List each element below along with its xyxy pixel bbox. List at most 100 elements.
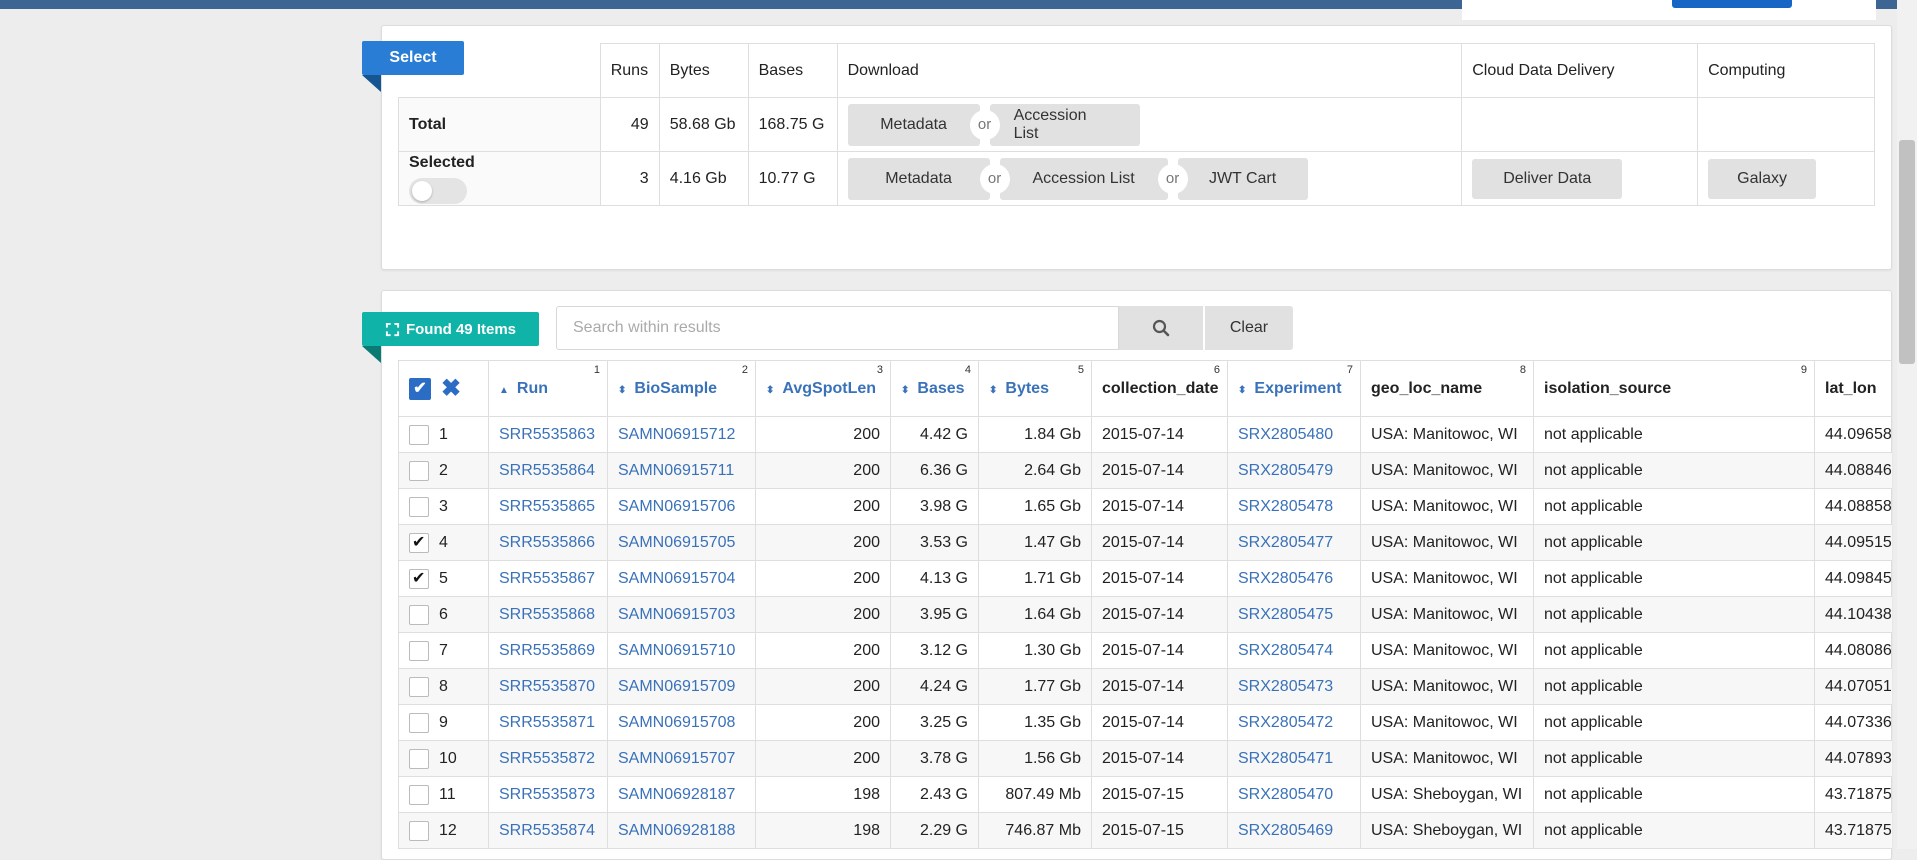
row-checkbox[interactable] bbox=[409, 748, 429, 769]
biosample-link[interactable]: SAMN06915706 bbox=[607, 488, 756, 525]
run-link[interactable]: SRR5535863 bbox=[488, 416, 608, 453]
experiment-link[interactable]: SRX2805476 bbox=[1227, 560, 1361, 597]
cloud-delivery-header: Cloud Data Delivery bbox=[1461, 43, 1699, 98]
experiment-link[interactable]: SRX2805471 bbox=[1227, 740, 1361, 777]
table-row[interactable]: 7 SRR5535869 SAMN06915710 200 3.12 G 1.30 Gb 2… bbox=[398, 632, 1892, 669]
table-row[interactable]: 6 SRR5535868 SAMN06915703 200 3.95 G 1.64 Gb 2… bbox=[398, 596, 1892, 633]
top-action-button[interactable] bbox=[1672, 0, 1792, 8]
row-checkbox[interactable] bbox=[409, 532, 429, 553]
results-table-container: ✔ ✖ ▲ Run 1 ⬍ BioSample 2 ⬍ AvgSpotLen 3 ⬍ Bases… bbox=[398, 360, 1892, 849]
run-link[interactable]: SRR5535864 bbox=[488, 452, 608, 489]
summary-table: Runs Bytes Bases Download Cloud Data Del… bbox=[398, 43, 1875, 206]
column-header-avgspotlen[interactable]: ⬍ AvgSpotLen 3 bbox=[755, 360, 891, 417]
experiment-link[interactable]: SRX2805469 bbox=[1227, 812, 1361, 849]
column-header-bytes[interactable]: ⬍ Bytes 5 bbox=[978, 360, 1092, 417]
table-row[interactable]: 12 SRR5535874 SAMN06928188 198 2.29 G 746.87 … bbox=[398, 812, 1892, 849]
experiment-link[interactable]: SRX2805472 bbox=[1227, 704, 1361, 741]
deselect-all-icon[interactable]: ✖ bbox=[441, 376, 461, 400]
row-checkbox[interactable] bbox=[409, 460, 429, 481]
column-header-collection-date[interactable]: collection_date 6 bbox=[1091, 360, 1228, 417]
table-row[interactable]: 9 SRR5535871 SAMN06915708 200 3.25 G 1.35 Gb 2… bbox=[398, 704, 1892, 741]
biosample-link[interactable]: SAMN06915704 bbox=[607, 560, 756, 597]
geo-loc-cell: USA: Manitowoc, WI bbox=[1360, 704, 1534, 741]
table-row[interactable]: 5 SRR5535867SAMN069157042004.13 G1.71 Gb2… bbox=[398, 560, 1892, 597]
selected-toggle[interactable] bbox=[409, 177, 467, 204]
selected-row: Selected 3 4.16 Gb 10.77 G Metadata or A… bbox=[398, 151, 1875, 206]
table-row[interactable]: 3 SRR5535865 SAMN06915706 200 3.98 G 1.65 Gb 2… bbox=[398, 488, 1892, 525]
geo-loc-cell: USA: Manitowoc, WI bbox=[1360, 596, 1534, 633]
run-link[interactable]: SRR5535871 bbox=[488, 704, 608, 741]
row-checkbox[interactable] bbox=[409, 496, 429, 517]
row-checkbox[interactable] bbox=[409, 424, 429, 445]
column-header-experiment[interactable]: ⬍ Experiment 7 bbox=[1227, 360, 1361, 417]
table-row[interactable]: 1 SRR5535863 SAMN06915712 200 4.42 G 1.84 Gb 2… bbox=[398, 416, 1892, 453]
table-row[interactable]: 8 SRR5535870 SAMN06915709 200 4.24 G 1.77 Gb 2… bbox=[398, 668, 1892, 705]
selected-metadata-button[interactable]: Metadata bbox=[847, 157, 990, 200]
row-number: 2 bbox=[439, 461, 448, 479]
run-link[interactable]: SRR5535870 bbox=[488, 668, 608, 705]
jwt-cart-button[interactable]: JWT Cart bbox=[1177, 157, 1308, 200]
row-checkbox[interactable] bbox=[409, 568, 429, 589]
avgspotlen-cell: 200 bbox=[755, 632, 891, 669]
column-header-bases[interactable]: ⬍ Bases 4 bbox=[890, 360, 979, 417]
experiment-link[interactable]: SRX2805475 bbox=[1227, 596, 1361, 633]
row-checkbox[interactable] bbox=[409, 676, 429, 697]
sort-icon: ⬍ bbox=[766, 384, 775, 396]
biosample-link[interactable]: SAMN06915710 bbox=[607, 632, 756, 669]
experiment-link[interactable]: SRX2805477 bbox=[1227, 524, 1361, 561]
experiment-link[interactable]: SRX2805473 bbox=[1227, 668, 1361, 705]
run-link[interactable]: SRR5535874 bbox=[488, 812, 608, 849]
table-row[interactable]: 10 SRR5535872 SAMN06915707 200 3.78 G 1.56 Gb… bbox=[398, 740, 1892, 777]
bytes-cell: 1.35 Gb bbox=[978, 704, 1092, 741]
column-header-lat-lon[interactable]: lat_lon bbox=[1814, 360, 1892, 417]
biosample-link[interactable]: SAMN06915712 bbox=[607, 416, 756, 453]
experiment-link[interactable]: SRX2805470 bbox=[1227, 776, 1361, 813]
scrollbar-thumb[interactable] bbox=[1899, 140, 1915, 364]
deliver-data-button[interactable]: Deliver Data bbox=[1472, 158, 1623, 199]
experiment-link[interactable]: SRX2805480 bbox=[1227, 416, 1361, 453]
page-scrollbar[interactable] bbox=[1897, 0, 1917, 849]
selected-bases: 10.77 G bbox=[747, 151, 838, 206]
column-header-isolation-source[interactable]: isolation_source 9 bbox=[1533, 360, 1815, 417]
run-link[interactable]: SRR5535872 bbox=[488, 740, 608, 777]
search-button[interactable] bbox=[1119, 306, 1203, 350]
row-checkbox[interactable] bbox=[409, 820, 429, 841]
table-row[interactable]: 4 SRR5535866SAMN069157052003.53 G1.47 Gb2… bbox=[398, 524, 1892, 561]
row-checkbox[interactable] bbox=[409, 640, 429, 661]
biosample-link[interactable]: SAMN06915705 bbox=[607, 524, 756, 561]
run-link[interactable]: SRR5535873 bbox=[488, 776, 608, 813]
run-link[interactable]: SRR5535865 bbox=[488, 488, 608, 525]
column-header-geo-loc-name[interactable]: geo_loc_name 8 bbox=[1360, 360, 1534, 417]
select-all-checkbox[interactable]: ✔ bbox=[409, 377, 431, 400]
row-checkbox[interactable] bbox=[409, 712, 429, 733]
row-select-cell: 11 bbox=[398, 776, 489, 813]
search-icon bbox=[1152, 319, 1170, 337]
clear-button[interactable]: Clear bbox=[1205, 306, 1293, 350]
experiment-link[interactable]: SRX2805474 bbox=[1227, 632, 1361, 669]
biosample-link[interactable]: SAMN06915711 bbox=[607, 452, 756, 489]
table-row[interactable]: 2 SRR5535864 SAMN06915711 200 6.36 G 2.64 Gb 2… bbox=[398, 452, 1892, 489]
row-checkbox[interactable] bbox=[409, 604, 429, 625]
run-link[interactable]: SRR5535868 bbox=[488, 596, 608, 633]
biosample-link[interactable]: SAMN06915708 bbox=[607, 704, 756, 741]
biosample-link[interactable]: SAMN06915709 bbox=[607, 668, 756, 705]
search-input[interactable] bbox=[556, 306, 1119, 350]
run-link[interactable]: SRR5535869 bbox=[488, 632, 608, 669]
biosample-link[interactable]: SAMN06928188 bbox=[607, 812, 756, 849]
run-link[interactable]: SRR5535866 bbox=[488, 524, 608, 561]
avgspotlen-cell: 200 bbox=[755, 560, 891, 597]
experiment-link[interactable]: SRX2805479 bbox=[1227, 452, 1361, 489]
column-header-biosample[interactable]: ⬍ BioSample 2 bbox=[607, 360, 756, 417]
column-header-run[interactable]: ▲ Run 1 bbox=[488, 360, 608, 417]
biosample-link[interactable]: SAMN06928187 bbox=[607, 776, 756, 813]
run-link[interactable]: SRR5535867 bbox=[488, 560, 608, 597]
total-accession-list-button[interactable]: Accession List bbox=[989, 103, 1140, 146]
experiment-link[interactable]: SRX2805478 bbox=[1227, 488, 1361, 525]
galaxy-button[interactable]: Galaxy bbox=[1708, 158, 1817, 199]
selected-accession-list-button[interactable]: Accession List bbox=[999, 157, 1168, 200]
total-metadata-button[interactable]: Metadata bbox=[847, 103, 980, 146]
row-checkbox[interactable] bbox=[409, 784, 429, 805]
biosample-link[interactable]: SAMN06915703 bbox=[607, 596, 756, 633]
table-row[interactable]: 11 SRR5535873 SAMN06928187 198 2.43 G 807.49 … bbox=[398, 776, 1892, 813]
biosample-link[interactable]: SAMN06915707 bbox=[607, 740, 756, 777]
